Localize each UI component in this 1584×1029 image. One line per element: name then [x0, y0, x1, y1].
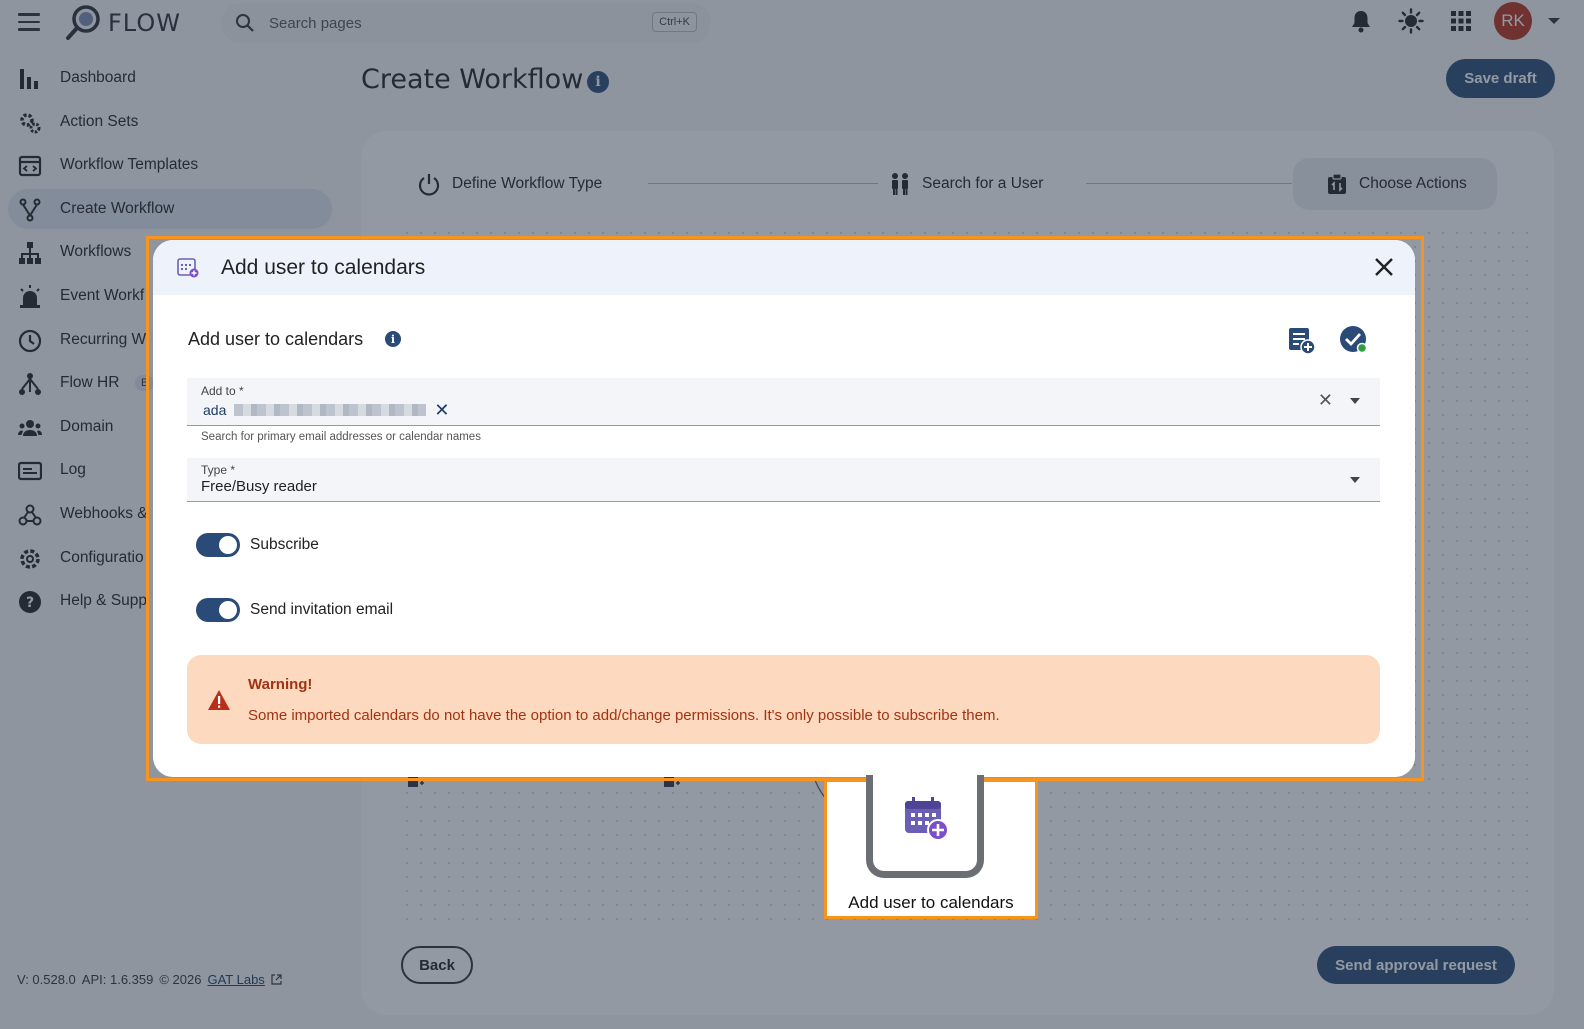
warning-title: Warning!: [248, 676, 313, 693]
add-user-to-calendars-dialog: Add user to calendars Add user to calend…: [153, 240, 1415, 777]
calendar-add-icon: [905, 797, 949, 841]
dropdown-chevron-down-icon[interactable]: [1350, 398, 1360, 404]
add-to-label: Add to *: [201, 384, 244, 398]
send-invitation-toggle[interactable]: [196, 598, 240, 622]
type-select[interactable]: Type * Free/Busy reader: [187, 458, 1380, 502]
dropdown-chevron-down-icon[interactable]: [1350, 477, 1360, 483]
add-to-helper-text: Search for primary email addresses or ca…: [201, 431, 481, 443]
chip-text: ada: [203, 402, 227, 418]
dialog-title: Add user to calendars: [221, 256, 426, 279]
warning-message: Some imported calendars do not have the …: [248, 707, 1000, 724]
warning-triangle-icon: [208, 690, 230, 710]
clear-close-icon[interactable]: ✕: [1318, 390, 1333, 411]
send-invitation-label: Send invitation email: [250, 601, 394, 618]
add-to-list-icon[interactable]: [1286, 325, 1316, 355]
subscribe-row: Subscribe: [196, 533, 319, 557]
info-icon[interactable]: i: [385, 331, 401, 347]
warning-alert: Warning! Some imported calendars do not …: [187, 655, 1380, 744]
subscribe-toggle[interactable]: [196, 533, 240, 557]
redacted-email: [234, 404, 427, 416]
confirm-check-icon[interactable]: [1338, 324, 1368, 354]
calendar-icon: [177, 258, 199, 278]
close-icon[interactable]: [1373, 256, 1395, 278]
section-title: Add user to calendars: [188, 329, 364, 349]
add-to-field[interactable]: Add to * ada ✕ ✕: [187, 378, 1380, 426]
type-value: Free/Busy reader: [201, 478, 317, 495]
subscribe-label: Subscribe: [250, 536, 319, 553]
node-label: Add user to calendars: [848, 893, 1014, 912]
send-invitation-row: Send invitation email: [196, 598, 393, 622]
type-label: Type *: [201, 463, 236, 477]
chip-remove-close-icon[interactable]: ✕: [434, 401, 449, 419]
email-chip[interactable]: ada ✕: [203, 400, 449, 420]
dialog-header: Add user to calendars: [153, 240, 1415, 295]
